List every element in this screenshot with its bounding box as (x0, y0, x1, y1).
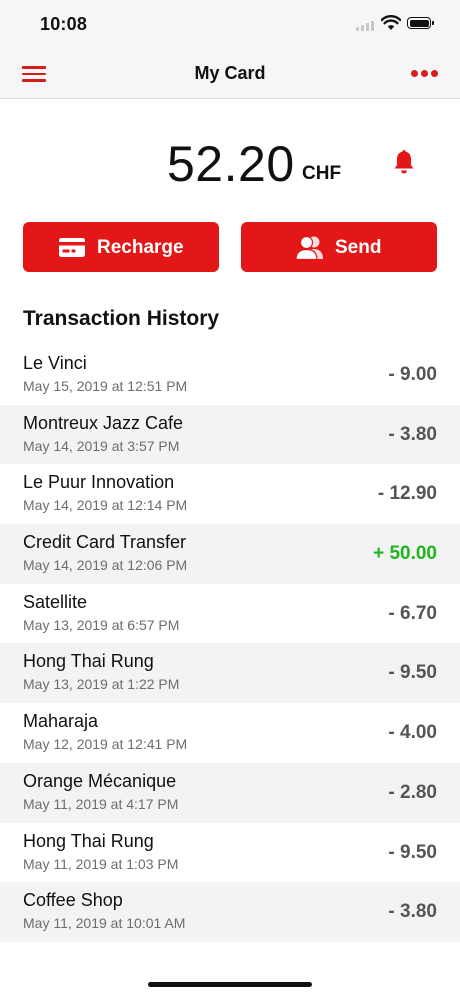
recharge-button[interactable]: Recharge (23, 222, 219, 272)
transaction-date: May 13, 2019 at 1:22 PM (23, 676, 180, 693)
cellular-signal-icon (356, 21, 374, 31)
transaction-list: Le Vinci May 15, 2019 at 12:51 PM - 9.00… (0, 345, 460, 942)
transaction-name: Orange Mécanique (23, 770, 177, 791)
transaction-name: Credit Card Transfer (23, 532, 187, 553)
transaction-row[interactable]: Montreux Jazz Cafe May 14, 2019 at 3:57 … (0, 404, 460, 465)
status-bar: 10:08 (0, 0, 460, 50)
transaction-row[interactable]: Hong Thai Rung May 13, 2019 at 1:22 PM -… (0, 643, 460, 704)
transaction-date: May 11, 2019 at 4:17 PM (23, 795, 179, 812)
transaction-row[interactable]: Le Vinci May 15, 2019 at 12:51 PM - 9.00 (0, 345, 460, 405)
balance-amount: 52.20 (167, 136, 295, 192)
transaction-amount: - 4.00 (388, 722, 437, 744)
transaction-history-heading: Transaction History (23, 307, 220, 330)
transaction-name: Hong Thai Rung (23, 830, 154, 851)
nav-bar: My Card (0, 50, 460, 99)
transaction-name: Le Vinci (23, 353, 87, 373)
transaction-name: Coffee Shop (23, 890, 123, 911)
transaction-amount: - 9.00 (388, 364, 437, 385)
balance-display: 52.20 CHF (0, 134, 460, 204)
transaction-date: May 15, 2019 at 12:51 PM (23, 378, 188, 394)
transaction-amount: - 6.70 (388, 602, 437, 624)
transaction-date: May 12, 2019 at 12:41 PM (23, 736, 188, 753)
battery-icon (407, 17, 434, 29)
transaction-amount: - 3.80 (388, 423, 437, 445)
home-indicator[interactable] (148, 982, 312, 987)
transaction-date: May 13, 2019 at 6:57 PM (23, 616, 180, 633)
users-icon (295, 235, 323, 260)
transaction-row[interactable]: Orange Mécanique May 11, 2019 at 4:17 PM… (0, 762, 460, 823)
transaction-amount: + 50.00 (373, 543, 437, 565)
transaction-row[interactable]: Hong Thai Rung May 11, 2019 at 1:03 PM -… (0, 823, 460, 883)
wifi-icon (381, 15, 401, 30)
transaction-name: Montreux Jazz Cafe (23, 412, 184, 433)
transaction-name: Le Puur Innovation (23, 472, 175, 493)
transaction-date: May 14, 2019 at 12:14 PM (23, 497, 188, 514)
more-options-icon[interactable] (411, 70, 439, 78)
transaction-row[interactable]: Le Puur Innovation May 14, 2019 at 12:14… (0, 464, 460, 524)
bell-icon[interactable] (392, 148, 416, 176)
page-title: My Card (194, 63, 266, 83)
send-button[interactable]: Send (241, 222, 437, 272)
transaction-date: May 14, 2019 at 3:57 PM (23, 437, 180, 454)
transaction-amount: - 9.50 (388, 841, 437, 863)
status-time: 10:08 (40, 14, 88, 34)
transaction-row[interactable]: Maharaja May 12, 2019 at 12:41 PM - 4.00 (0, 703, 460, 763)
send-label: Send (335, 237, 382, 258)
transaction-row[interactable]: Coffee Shop May 11, 2019 at 10:01 AM - 3… (0, 882, 460, 942)
transaction-amount: - 12.90 (377, 483, 437, 505)
transaction-row[interactable]: Credit Card Transfer May 14, 2019 at 12:… (0, 524, 460, 584)
transaction-amount: - 9.50 (388, 662, 437, 684)
transaction-date: May 14, 2019 at 12:06 PM (23, 557, 188, 574)
recharge-label: Recharge (97, 237, 184, 258)
transaction-amount: - 2.80 (388, 781, 437, 803)
transaction-amount: - 3.80 (388, 901, 437, 923)
transaction-row[interactable]: Satellite May 13, 2019 at 6:57 PM - 6.70 (0, 584, 460, 644)
credit-card-icon (59, 238, 85, 257)
transaction-name: Hong Thai Rung (23, 651, 154, 672)
transaction-date: May 11, 2019 at 1:03 PM (23, 855, 179, 872)
transaction-date: May 11, 2019 at 10:01 AM (23, 915, 186, 932)
transaction-name: Satellite (23, 591, 88, 612)
balance-currency: CHF (302, 163, 342, 184)
app-screen: 10:08 My Card 52.20 CHF Recharge Send Tr… (0, 0, 460, 996)
transaction-name: Maharaja (23, 711, 99, 732)
